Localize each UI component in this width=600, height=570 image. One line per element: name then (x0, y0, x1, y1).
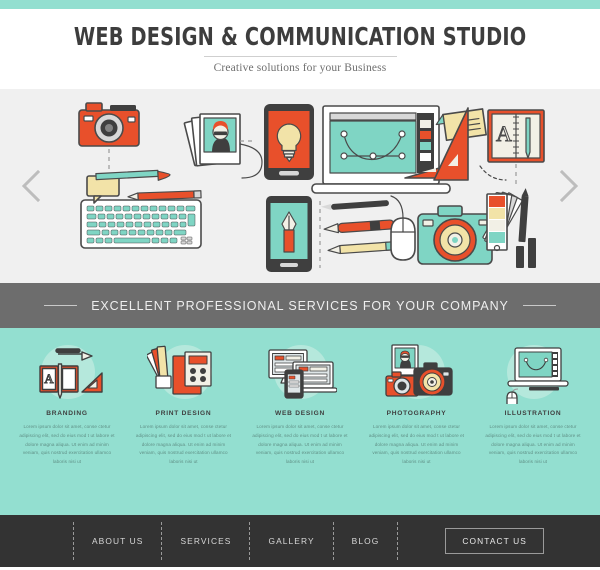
site-tagline: Creative solutions for your Business (213, 62, 387, 74)
top-accent-strip (0, 0, 600, 9)
service-card-illustration[interactable]: ILLUSTRATION Lorem ipsum dolor sit amet,… (480, 342, 586, 467)
page-title: WEB DESIGN & COMMUNICATION STUDIO (73, 22, 527, 51)
site-header: WEB DESIGN & COMMUNICATION STUDIO Creati… (0, 9, 600, 89)
site-footer: ABOUT US SERVICES GALLERY BLOG CONTACT U… (0, 515, 600, 567)
footer-link-blog[interactable]: BLOG (334, 536, 398, 546)
print-design-icon (146, 342, 222, 404)
service-card-photography[interactable]: PHOTOGRAPHY Lorem ipsum dolor sit amet, … (364, 342, 470, 467)
contact-us-button[interactable]: CONTACT US (445, 528, 544, 554)
design-workspace-illustration: .ln{fill:none;stroke:#4a4a4a;stroke-widt… (78, 102, 545, 272)
service-title: WEB DESIGN (275, 410, 325, 417)
landing-page: WEB DESIGN & COMMUNICATION STUDIO Creati… (0, 0, 600, 570)
web-design-icon (262, 342, 338, 404)
footer-link-about-us[interactable]: ABOUT US (74, 536, 161, 546)
footer-link-gallery[interactable]: GALLERY (250, 536, 332, 546)
svg-text:A: A (496, 121, 512, 146)
hero-slider: .ln{fill:none;stroke:#4a4a4a;stroke-widt… (0, 89, 600, 283)
services-section: A BRANDING Lorem ipsum dolor sit amet, c… (0, 328, 600, 515)
service-description: Lorem ipsum dolor sit amet, conse ctetur… (19, 424, 115, 465)
photography-icon (379, 342, 455, 404)
band-rule-left (44, 305, 78, 306)
branding-icon: A (29, 342, 105, 404)
chevron-left-icon (20, 169, 42, 203)
service-title: PHOTOGRAPHY (386, 410, 447, 417)
svg-text:A: A (44, 371, 54, 386)
footer-divider (397, 522, 399, 560)
service-title: BRANDING (46, 410, 88, 417)
slider-prev-button[interactable] (14, 166, 48, 206)
band-rule-right (522, 305, 556, 306)
service-card-print-design[interactable]: PRINT DESIGN Lorem ipsum dolor sit amet,… (131, 342, 237, 467)
service-description: Lorem ipsum dolor sit amet, conse ctetur… (368, 424, 465, 465)
title-divider (203, 56, 397, 57)
band-text: EXCELLENT PROFESSIONAL SERVICES FOR YOUR… (91, 298, 509, 313)
service-card-web-design[interactable]: WEB DESIGN Lorem ipsum dolor sit amet, c… (247, 342, 353, 467)
chevron-right-icon (558, 169, 580, 203)
service-description: Lorem ipsum dolor sit amet, conse ctetur… (252, 424, 348, 465)
service-description: Lorem ipsum dolor sit amet, conse ctetur… (135, 424, 232, 465)
service-description: Lorem ipsum dolor sit amet, conse ctetur… (485, 424, 581, 465)
service-title: ILLUSTRATION (504, 410, 562, 417)
slider-next-button[interactable] (552, 166, 586, 206)
illustration-icon (495, 342, 571, 404)
footer-link-services[interactable]: SERVICES (162, 536, 249, 546)
tagline-band: EXCELLENT PROFESSIONAL SERVICES FOR YOUR… (0, 283, 600, 328)
service-card-branding[interactable]: A BRANDING Lorem ipsum dolor sit amet, c… (14, 342, 120, 467)
service-title: PRINT DESIGN (155, 410, 212, 417)
footer-nav: ABOUT US SERVICES GALLERY BLOG (73, 515, 399, 567)
